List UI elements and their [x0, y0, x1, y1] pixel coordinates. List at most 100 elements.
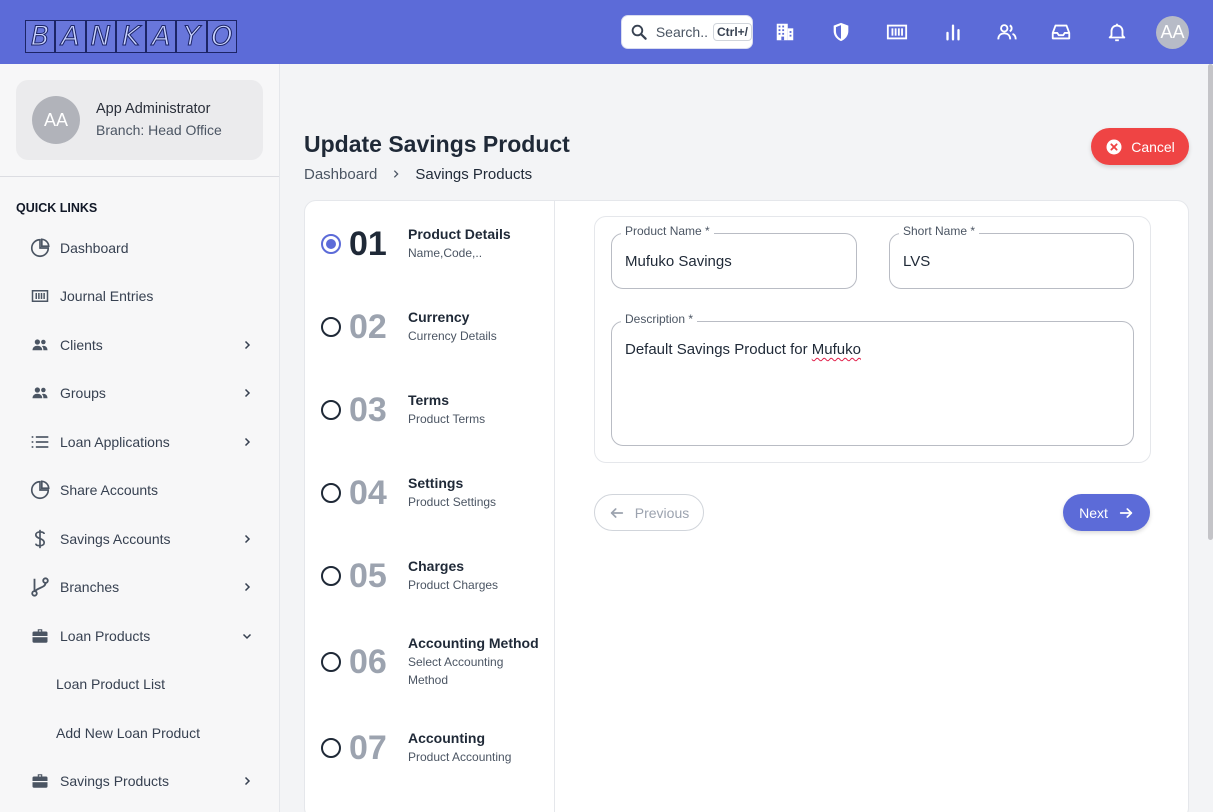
wizard-card: 01 Product Details Name,Code,.. 02 Curre… [304, 200, 1189, 812]
short-name-value: LVS [903, 253, 931, 270]
step-radio [321, 652, 341, 672]
search-shortcut-hint: Ctrl+/ [712, 23, 752, 41]
breadcrumb: Dashboard Savings Products [304, 164, 532, 184]
step-number: 06 [349, 643, 387, 681]
sidebar-item-label: Clients [60, 337, 103, 353]
user-card[interactable]: AA App Administrator Branch: Head Office [16, 80, 263, 160]
search-box[interactable]: Search.. Ctrl+/ [621, 15, 753, 49]
step-radio [321, 234, 341, 254]
sidebar-item-label: Groups [60, 385, 106, 401]
briefcase-icon [28, 624, 52, 648]
sidebar-item-savings-products[interactable]: Savings Products [28, 767, 260, 795]
step-subtitle: Product Terms [408, 412, 486, 426]
step-radio [321, 400, 341, 420]
breadcrumb-savings-products[interactable]: Savings Products [415, 166, 532, 183]
page-scrollbar[interactable] [1208, 64, 1213, 540]
previous-button[interactable]: Previous [594, 494, 704, 531]
briefcase-icon [28, 769, 52, 793]
chevron-down-icon [238, 627, 256, 645]
tally-icon[interactable] [884, 19, 910, 45]
logo-letter: B [25, 20, 56, 53]
sidebar-item-savings-accounts[interactable]: Savings Accounts [28, 525, 260, 553]
search-placeholder: Search.. [655, 24, 708, 40]
product-name-value: Mufuko Savings [625, 253, 732, 270]
step-radio [321, 738, 341, 758]
avatar[interactable]: AA [1156, 16, 1189, 49]
step-number: 03 [349, 391, 387, 429]
arrow-left-icon [610, 507, 623, 518]
step-title: Charges [408, 558, 465, 574]
step-subtitle: Product Charges [408, 578, 499, 592]
chevron-right-icon [238, 433, 256, 451]
shield-icon[interactable] [828, 19, 854, 45]
dollar-icon [28, 527, 52, 551]
sidebar: AA App Administrator Branch: Head Office… [0, 64, 280, 812]
sidebar-subitem-add-new-loan-product[interactable]: Add New Loan Product [56, 725, 200, 741]
sidebar-item-journal-entries[interactable]: Journal Entries [28, 282, 260, 310]
step-subtitle: Name,Code,.. [408, 246, 483, 260]
sidebar-item-share-accounts[interactable]: Share Accounts [28, 476, 260, 504]
sidebar-item-loan-applications[interactable]: Loan Applications [28, 428, 260, 456]
user-name: App Administrator [96, 101, 211, 117]
sidebar-item-label: Share Accounts [60, 482, 159, 498]
short-name-label: Short Name * [899, 224, 980, 238]
close-circle-icon [1106, 139, 1122, 154]
chevron-right-icon [238, 384, 256, 402]
step-title: Settings [408, 475, 464, 491]
next-label: Next [1079, 504, 1108, 521]
description-label: Description * [621, 312, 698, 326]
bar-chart-icon[interactable] [940, 19, 966, 45]
sidebar-item-dashboard[interactable]: Dashboard [28, 234, 260, 262]
description-textarea[interactable]: Description * Default Savings Product fo… [611, 312, 1134, 446]
branch-icon [28, 575, 52, 599]
cancel-label: Cancel [1131, 138, 1175, 155]
breadcrumb-dashboard[interactable]: Dashboard [304, 166, 377, 183]
bell-icon[interactable] [1104, 19, 1130, 45]
chevron-right-icon [238, 530, 256, 548]
users-icon [28, 333, 52, 357]
sidebar-item-clients[interactable]: Clients [28, 331, 260, 359]
building-icon[interactable] [772, 19, 798, 45]
list-icon [28, 430, 52, 454]
chevron-right-icon [238, 578, 256, 596]
users-icon [28, 381, 52, 405]
product-details-form: Product Name * Mufuko Savings Short Name… [594, 216, 1151, 463]
step-subtitle: Product Accounting [408, 750, 512, 764]
step-title: Product Details [408, 226, 511, 242]
logo-letter: A [146, 20, 177, 53]
misspelled-word: Mufuko [811, 341, 861, 358]
product-name-label: Product Name * [621, 224, 714, 238]
step-number: 02 [349, 308, 387, 346]
step-title: Accounting Method [408, 635, 539, 651]
short-name-field[interactable]: Short Name * LVS [889, 224, 1134, 289]
sidebar-item-loan-products[interactable]: Loan Products [28, 622, 260, 650]
stepper: 01 Product Details Name,Code,.. 02 Curre… [305, 201, 555, 812]
users-icon[interactable] [994, 19, 1020, 45]
step-title: Currency [408, 309, 470, 325]
sidebar-item-label: Loan Products [60, 628, 151, 644]
logo-letter: O [206, 20, 238, 53]
inbox-icon[interactable] [1048, 19, 1074, 45]
ledger-icon [28, 284, 52, 308]
step-radio [321, 317, 341, 337]
next-button[interactable]: Next [1063, 494, 1150, 531]
sidebar-item-label: Savings Accounts [60, 531, 171, 547]
step-number: 07 [349, 729, 387, 767]
sidebar-item-branches[interactable]: Branches [28, 573, 260, 601]
step-number: 01 [349, 225, 387, 263]
logo-letter: A [55, 20, 86, 53]
sidebar-subitem-loan-product-list[interactable]: Loan Product List [56, 676, 165, 692]
description-text: Default Savings Product for [625, 341, 812, 358]
sidebar-item-label: Journal Entries [60, 288, 154, 304]
user-branch: Branch: Head Office [96, 122, 222, 138]
sidebar-divider [0, 176, 279, 177]
step-number: 04 [349, 474, 387, 512]
sidebar-item-groups[interactable]: Groups [28, 379, 260, 407]
bankayo-logo[interactable]: B A N K A Y O [25, 20, 238, 53]
chevron-right-icon [391, 169, 401, 179]
sidebar-item-label: Branches [60, 579, 120, 595]
product-name-field[interactable]: Product Name * Mufuko Savings [611, 224, 857, 289]
step-subtitle: Select Accounting Method [408, 655, 504, 687]
cancel-button[interactable]: Cancel [1091, 128, 1189, 165]
chevron-right-icon [238, 772, 256, 790]
